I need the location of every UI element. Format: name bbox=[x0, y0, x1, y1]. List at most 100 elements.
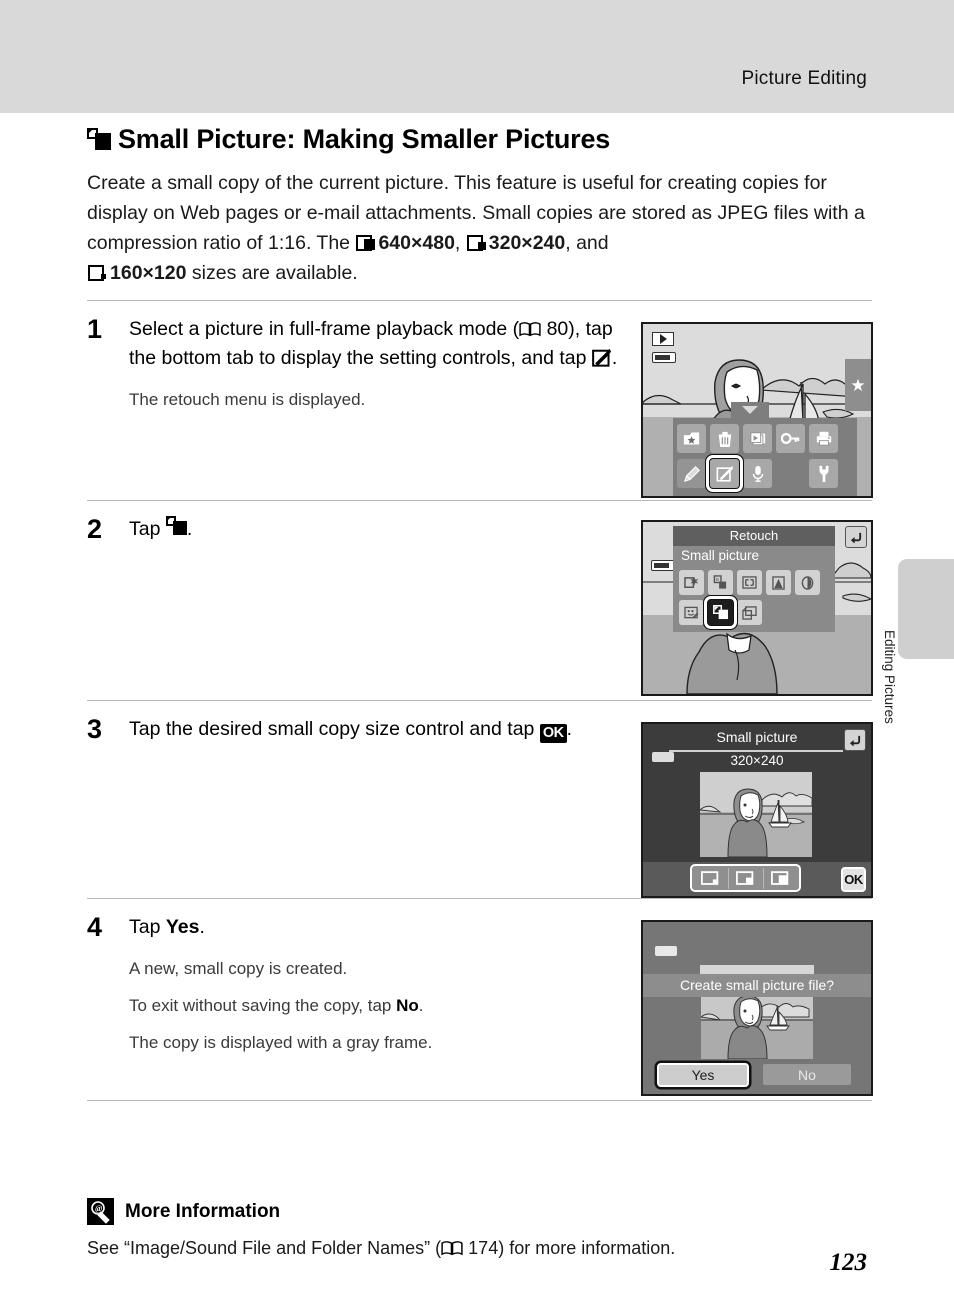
page-title: Small Picture: Making Smaller Pictures bbox=[87, 124, 610, 155]
retouch-button[interactable] bbox=[706, 455, 743, 492]
divider-above-step-1 bbox=[87, 300, 872, 301]
step-1-subtext: The retouch menu is displayed. bbox=[129, 390, 366, 409]
delete-button[interactable] bbox=[710, 424, 739, 453]
back-button[interactable] bbox=[845, 526, 867, 548]
step-4-number: 4 bbox=[87, 912, 103, 942]
intro-paragraph: Create a small copy of the current pictu… bbox=[87, 168, 872, 288]
chapter-side-tab-label: Editing Pictures bbox=[882, 630, 897, 724]
page-title-text: Small Picture: Making Smaller Pictures bbox=[118, 124, 611, 154]
protect-key-button[interactable] bbox=[776, 424, 805, 453]
size-320-icon bbox=[466, 233, 487, 251]
step-4-body: Tap Yes. A new, small copy is created. T… bbox=[129, 913, 629, 1056]
step-4-yes-emphasis: Yes bbox=[165, 916, 200, 938]
yes-button[interactable]: Yes bbox=[657, 1063, 749, 1087]
battery-icon bbox=[652, 352, 676, 363]
step-2-screen: Retouch Small picture B bbox=[641, 520, 873, 696]
retouch-menu-title: Retouch bbox=[673, 526, 835, 546]
step-3-screen: Small picture 320×240 OK bbox=[641, 722, 873, 898]
more-information-text: See “Image/Sound File and Folder Names” … bbox=[87, 1238, 442, 1258]
step-3-body: Tap the desired small copy size control … bbox=[129, 715, 629, 744]
step-2-body: Tap . bbox=[129, 515, 619, 544]
preview-thumbnail bbox=[701, 997, 813, 1059]
step-4-subtext-2a: To exit without saving the copy, tap bbox=[129, 996, 397, 1015]
soft-portrait-button[interactable] bbox=[795, 570, 820, 595]
step-4-subtext-1: A new, small copy is created. bbox=[129, 959, 348, 978]
no-button[interactable]: No bbox=[763, 1064, 851, 1085]
small-picture-icon bbox=[87, 128, 111, 150]
small-picture-button[interactable] bbox=[704, 596, 737, 629]
svg-text:B: B bbox=[716, 577, 719, 582]
print-order-button[interactable] bbox=[809, 424, 838, 453]
d-lighting-button[interactable]: B bbox=[708, 570, 733, 595]
step-2-number: 2 bbox=[87, 514, 103, 544]
preview-artwork bbox=[701, 997, 813, 1059]
favorite-tab-icon[interactable]: ★ bbox=[845, 359, 871, 411]
page-header-title: Picture Editing bbox=[741, 68, 867, 89]
size-640-label: 640×480 bbox=[378, 232, 455, 254]
divider-below-step-4 bbox=[87, 1100, 872, 1101]
manual-ref-book-icon bbox=[441, 1241, 463, 1256]
intro-sep-2: , and bbox=[565, 232, 609, 254]
step-4-text-a: Tap bbox=[129, 916, 166, 938]
back-button[interactable] bbox=[844, 729, 866, 751]
retouch-menu-subtitle: Small picture bbox=[681, 548, 760, 563]
step-4-subtext-2: To exit without saving the copy, tap No. bbox=[129, 993, 629, 1019]
size-640x480-button[interactable] bbox=[763, 867, 798, 889]
intro-text-2: sizes are available. bbox=[186, 262, 358, 284]
size-640-icon bbox=[356, 233, 376, 251]
step-1-screen: ★ bbox=[641, 322, 873, 498]
step-4-no-emphasis: No bbox=[396, 996, 419, 1015]
size-320x240-button[interactable] bbox=[728, 867, 764, 889]
svg-text:@: @ bbox=[95, 1204, 103, 1213]
edit-pencil-button[interactable] bbox=[677, 459, 706, 488]
step-1-number: 1 bbox=[87, 314, 103, 344]
step-4-text-b: . bbox=[199, 916, 205, 938]
confirm-prompt: Create small picture file? bbox=[643, 974, 871, 997]
quick-retouch-button[interactable] bbox=[679, 570, 704, 595]
size-160-label: 160×120 bbox=[110, 262, 187, 284]
step-4-screen: Create small picture file? Yes No bbox=[641, 920, 873, 1096]
page-header-band bbox=[0, 0, 954, 113]
step-4-subtext-2c: . bbox=[418, 996, 424, 1015]
step-4-subtext-3: The copy is displayed with a gray frame. bbox=[129, 1033, 433, 1052]
ok-button[interactable]: OK bbox=[841, 867, 866, 892]
step-1-setting-controls bbox=[673, 402, 857, 496]
manual-ref-book-icon bbox=[519, 322, 541, 337]
intro-sep-1: , bbox=[454, 232, 466, 254]
filter-effects-button[interactable] bbox=[766, 570, 791, 595]
favorites-button[interactable] bbox=[677, 424, 706, 453]
preview-artwork bbox=[700, 772, 812, 857]
more-information-ref: 174) for more information. bbox=[463, 1238, 676, 1258]
size-160x120-button[interactable] bbox=[693, 867, 729, 889]
step-1-text-a: Select a picture in full-frame playback … bbox=[129, 318, 520, 340]
more-information-body: See “Image/Sound File and Folder Names” … bbox=[87, 1238, 675, 1259]
battery-icon bbox=[651, 560, 675, 571]
voice-memo-button[interactable] bbox=[743, 459, 772, 488]
ok-badge-icon: OK bbox=[539, 724, 567, 743]
menu-notch bbox=[731, 402, 769, 418]
selected-size-label: 320×240 bbox=[730, 753, 784, 768]
step-2-text-b: . bbox=[186, 518, 193, 540]
size-320-label: 320×240 bbox=[488, 232, 566, 254]
size-control-group bbox=[690, 864, 801, 892]
skin-softening-button[interactable] bbox=[737, 570, 762, 595]
chapter-side-tab bbox=[898, 559, 954, 659]
setup-wrench-button[interactable] bbox=[809, 459, 838, 488]
page-number: 123 bbox=[829, 1249, 868, 1276]
step-3-screen-title: Small picture bbox=[716, 729, 798, 745]
crop-button[interactable] bbox=[737, 600, 762, 625]
step-3-text-b: . bbox=[566, 718, 572, 740]
slideshow-button[interactable] bbox=[743, 424, 772, 453]
retouch-icon bbox=[592, 348, 611, 367]
battery-icon bbox=[655, 946, 677, 956]
glamour-retouch-button[interactable] bbox=[679, 600, 704, 625]
divider-above-step-3 bbox=[87, 700, 872, 701]
divider-above-step-2 bbox=[87, 500, 872, 501]
step-1-text-b: . bbox=[611, 347, 618, 369]
step-2-text-a: Tap bbox=[129, 518, 166, 540]
title-underline bbox=[669, 750, 843, 752]
more-information-icon: @ bbox=[87, 1198, 114, 1225]
more-information-heading: @ More Information bbox=[87, 1198, 280, 1225]
retouch-menu-panel: Retouch Small picture B bbox=[673, 526, 835, 632]
step-1-body: Select a picture in full-frame playback … bbox=[129, 315, 619, 413]
